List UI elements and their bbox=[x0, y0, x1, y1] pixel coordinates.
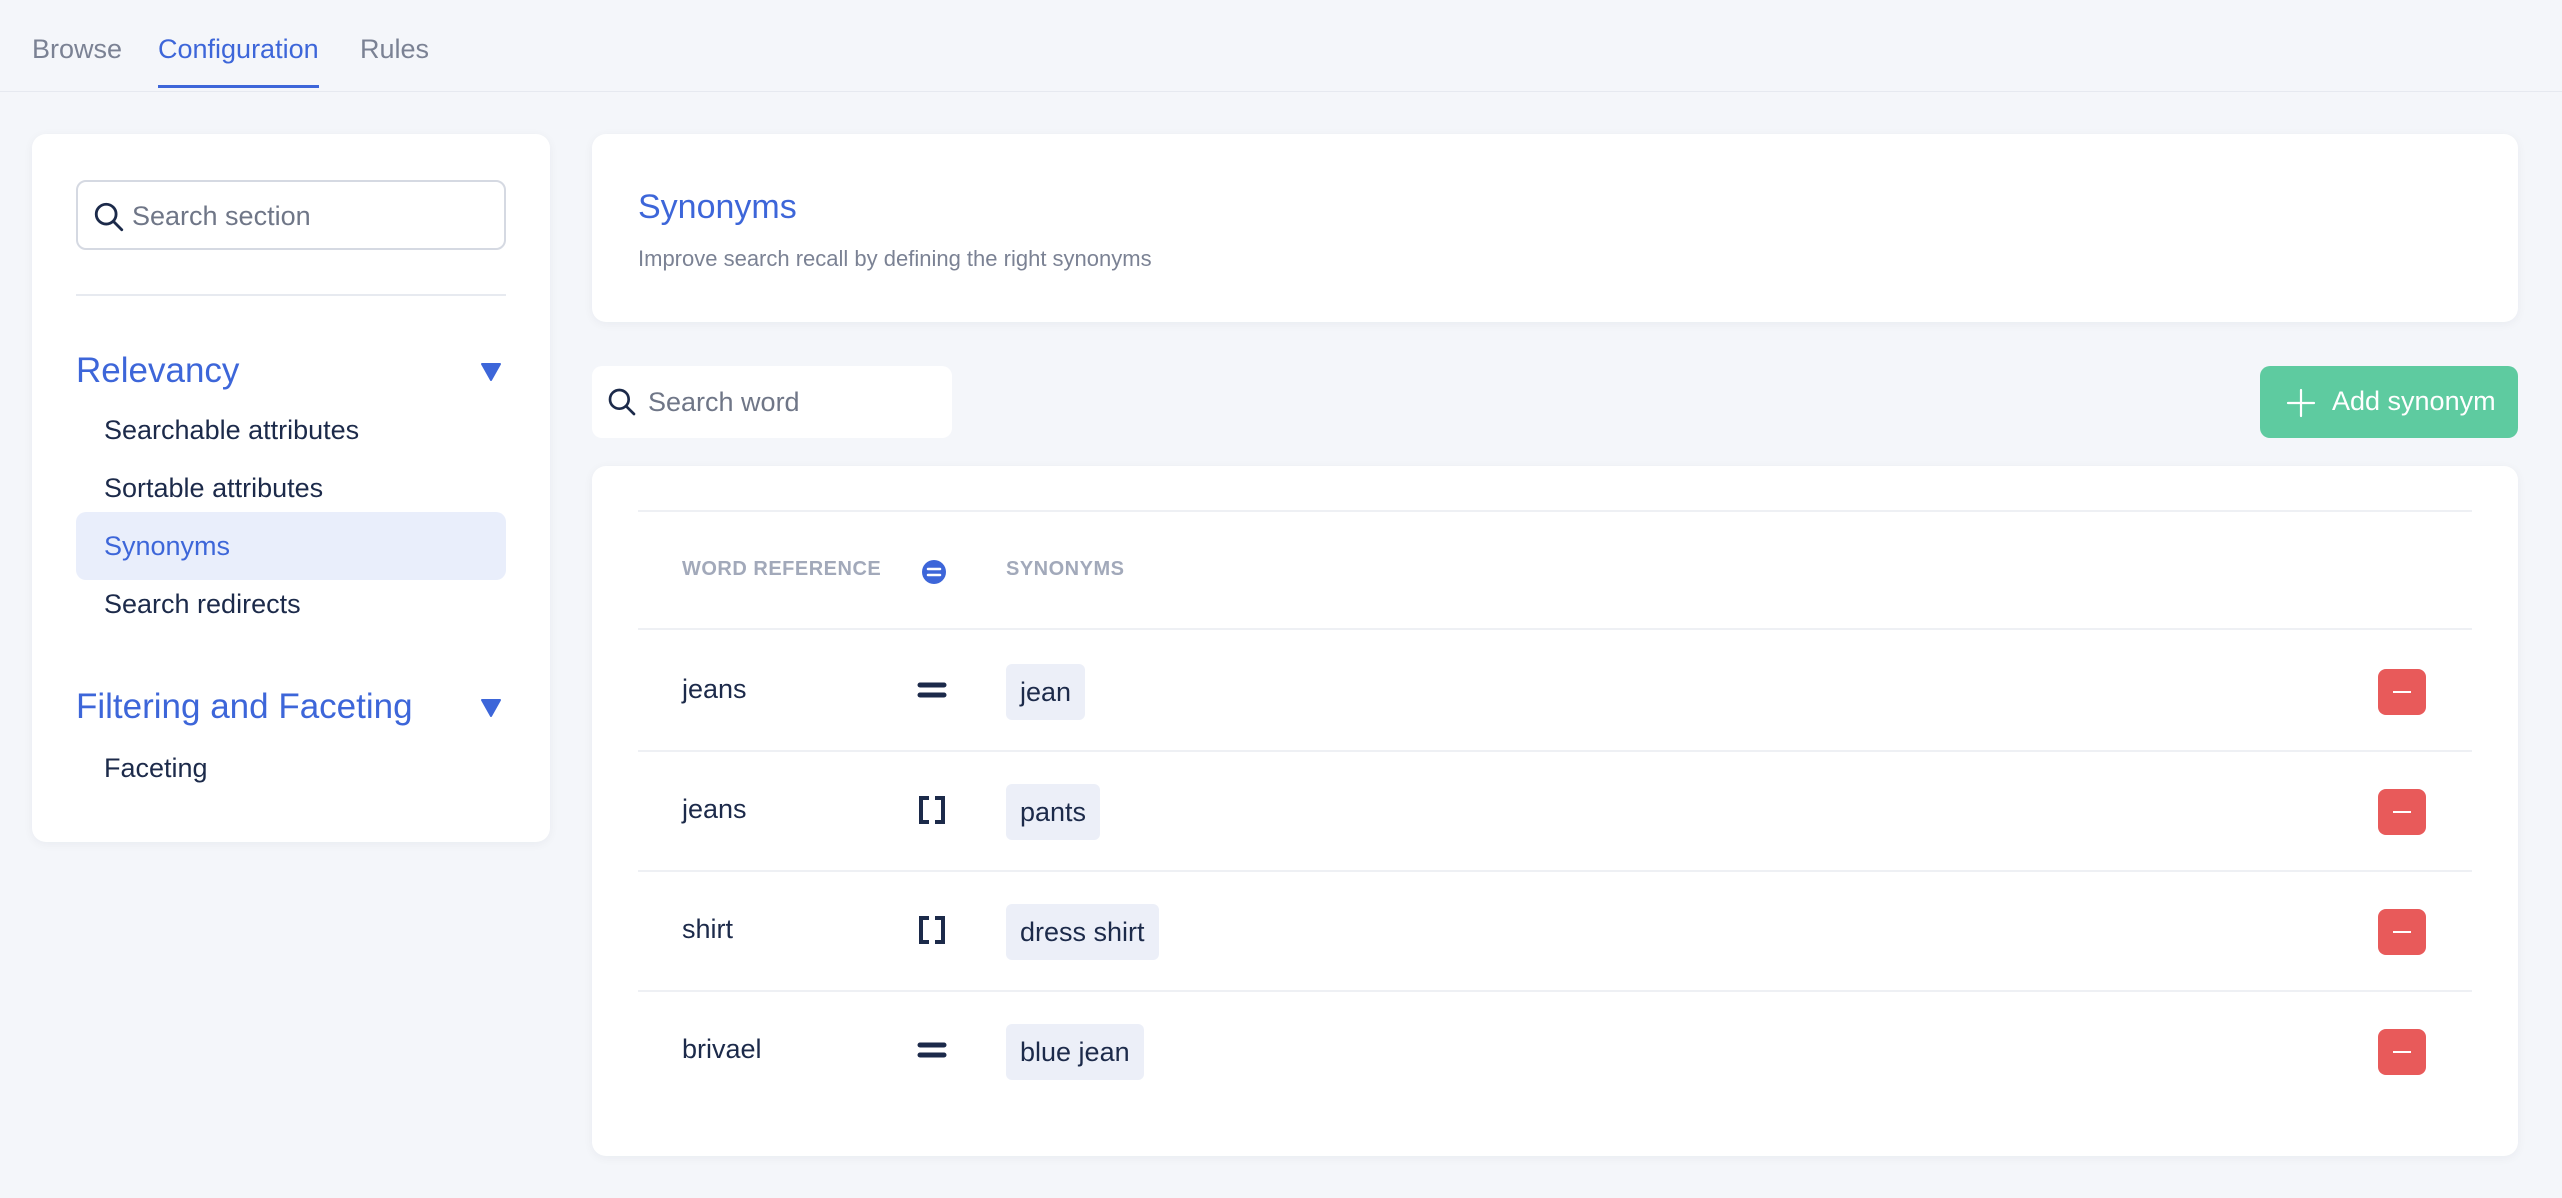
table-row: jeans pants bbox=[638, 752, 2472, 872]
minus-icon bbox=[2393, 931, 2411, 933]
section-title: Relevancy bbox=[76, 351, 240, 390]
page-header-card: Synonyms Improve search recall by defini… bbox=[592, 134, 2518, 322]
sidebar-item-search-redirects[interactable]: Search redirects bbox=[76, 570, 506, 638]
table-row: brivael blue jean bbox=[638, 992, 2472, 1112]
delete-synonym-button[interactable] bbox=[2378, 1029, 2426, 1075]
section-filtering-faceting[interactable]: Filtering and Faceting bbox=[76, 684, 506, 730]
bracket-icon bbox=[919, 796, 945, 824]
search-icon bbox=[608, 388, 636, 416]
synonym-chip: blue jean bbox=[1006, 1024, 1144, 1080]
section-search-input[interactable] bbox=[132, 194, 492, 238]
tab-bar: Browse Configuration Rules bbox=[0, 0, 2562, 92]
word-reference: jeans bbox=[682, 674, 747, 704]
caret-down-icon bbox=[481, 699, 501, 717]
section-title: Filtering and Faceting bbox=[76, 687, 413, 726]
column-header-word-reference: WORD REFERENCE bbox=[682, 558, 882, 580]
minus-icon bbox=[2393, 1051, 2411, 1053]
synonym-chip: dress shirt bbox=[1006, 904, 1159, 960]
search-icon bbox=[94, 202, 124, 232]
word-search-input[interactable] bbox=[648, 380, 938, 424]
table-row: jeans jean bbox=[638, 632, 2472, 752]
tab-configuration[interactable]: Configuration bbox=[158, 34, 319, 88]
sidebar: Relevancy Searchable attributes Sortable… bbox=[32, 134, 550, 842]
word-reference: shirt bbox=[682, 914, 734, 944]
table-row: shirt dress shirt bbox=[638, 872, 2472, 992]
minus-icon bbox=[2393, 691, 2411, 693]
word-reference: brivael bbox=[682, 1034, 762, 1064]
delete-synonym-button[interactable] bbox=[2378, 789, 2426, 835]
synonym-chip: jean bbox=[1006, 664, 1086, 720]
column-header-synonyms: SYNONYMS bbox=[1006, 558, 1125, 580]
add-synonym-button[interactable]: Add synonym bbox=[2260, 366, 2518, 438]
plus-icon bbox=[2286, 388, 2316, 418]
word-search-box[interactable] bbox=[592, 366, 952, 438]
sidebar-divider bbox=[76, 294, 506, 296]
caret-down-icon bbox=[481, 363, 501, 381]
sidebar-item-faceting[interactable]: Faceting bbox=[76, 734, 506, 802]
sort-icon[interactable] bbox=[920, 558, 948, 586]
page-subtitle: Improve search recall by defining the ri… bbox=[638, 246, 1152, 271]
tab-browse[interactable]: Browse bbox=[32, 34, 122, 85]
add-synonym-label: Add synonym bbox=[2332, 386, 2496, 416]
bracket-icon bbox=[919, 916, 945, 944]
word-reference: jeans bbox=[682, 794, 747, 824]
synonym-chip: pants bbox=[1006, 784, 1101, 840]
minus-icon bbox=[2393, 811, 2411, 813]
section-relevancy[interactable]: Relevancy bbox=[76, 348, 506, 394]
delete-synonym-button[interactable] bbox=[2378, 909, 2426, 955]
equal-icon bbox=[917, 682, 947, 698]
tab-rules[interactable]: Rules bbox=[360, 34, 429, 85]
equal-icon bbox=[917, 1042, 947, 1058]
page-title: Synonyms bbox=[638, 188, 797, 226]
synonyms-table: WORD REFERENCE SYNONYMS jeans jean jeans… bbox=[592, 466, 2518, 1156]
table-header: WORD REFERENCE SYNONYMS bbox=[638, 512, 2472, 630]
section-search-box[interactable] bbox=[76, 180, 506, 250]
delete-synonym-button[interactable] bbox=[2378, 669, 2426, 715]
